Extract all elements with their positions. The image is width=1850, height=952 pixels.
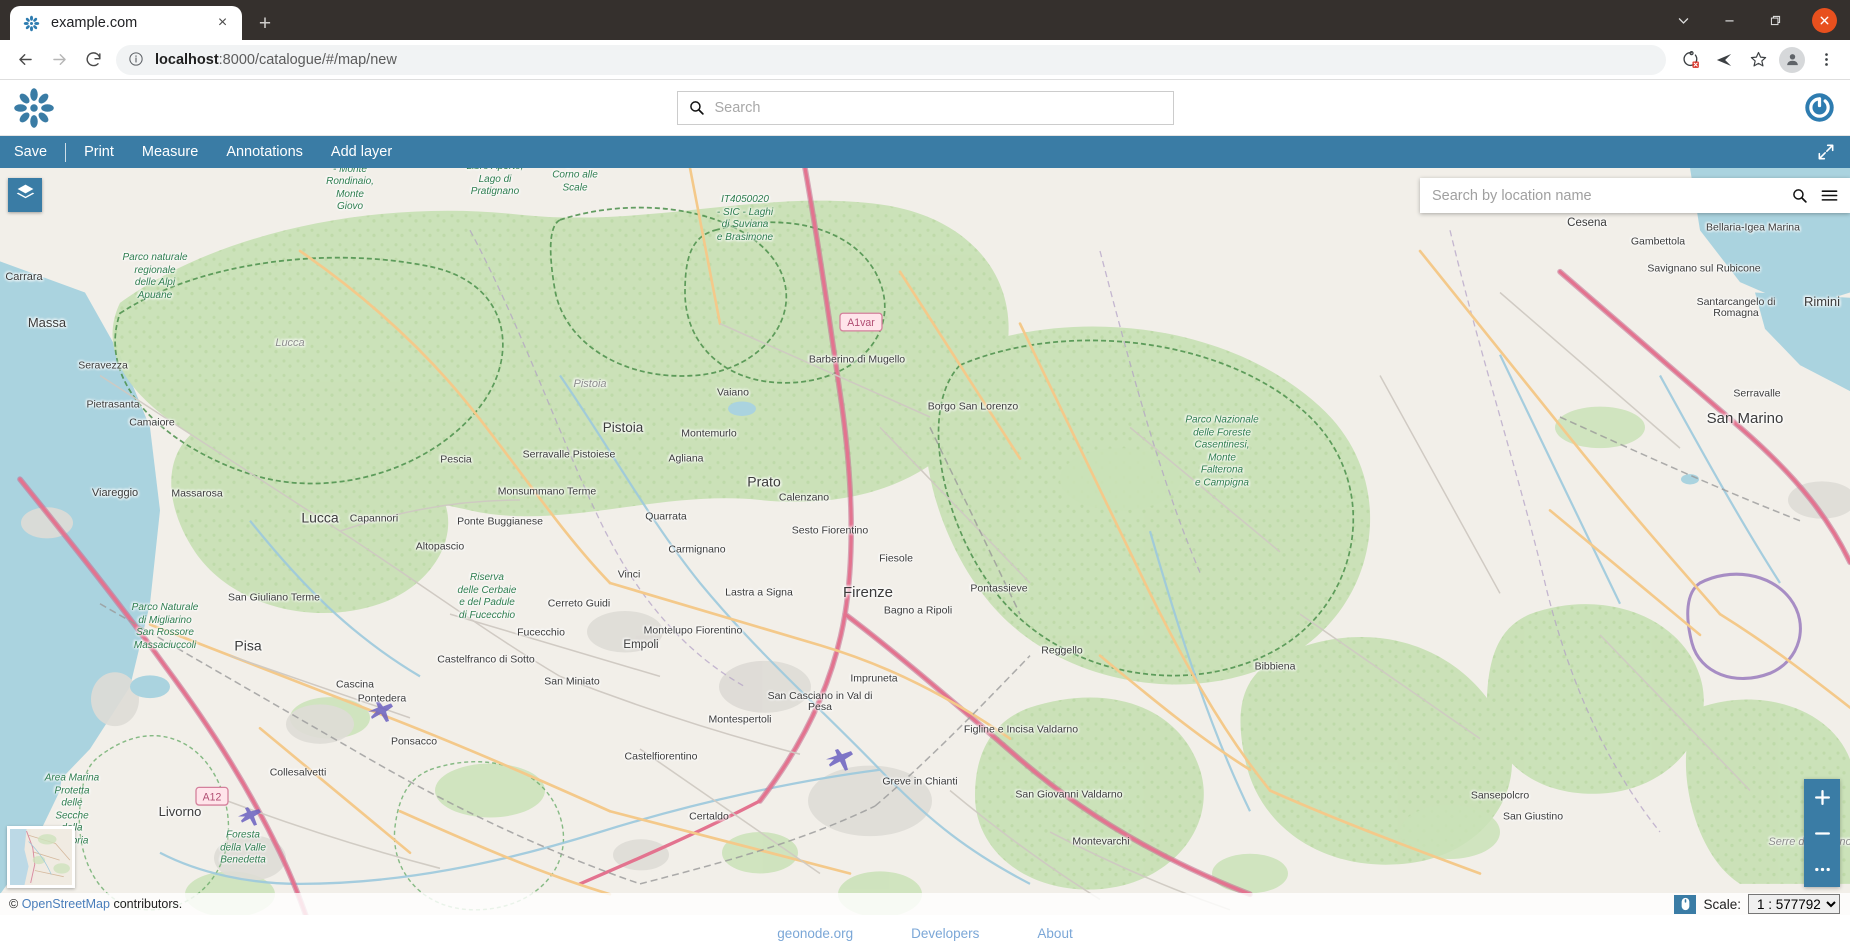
address-bar-url: localhost:8000/catalogue/#/map/new bbox=[155, 52, 397, 68]
svg-text:A1var: A1var bbox=[847, 317, 875, 329]
search-icon bbox=[689, 101, 704, 115]
svg-text:A12: A12 bbox=[203, 791, 222, 803]
location-search-box[interactable] bbox=[1420, 178, 1850, 213]
map-canvas[interactable]: A1var A12 bbox=[0, 168, 1850, 915]
browser-window: example.com × + localhost:8000/catalogue… bbox=[0, 0, 1850, 952]
search-icon[interactable] bbox=[1788, 185, 1810, 207]
layers-button[interactable] bbox=[8, 178, 42, 212]
browser-nav-bar: localhost:8000/catalogue/#/map/new bbox=[0, 40, 1850, 80]
expand-fullscreen-icon[interactable] bbox=[1816, 142, 1836, 162]
footer-link-geonode-org[interactable]: geonode.org bbox=[777, 926, 853, 941]
scale-label: Scale: bbox=[1703, 896, 1741, 912]
toolbar-item-add-layer[interactable]: Add layer bbox=[317, 136, 406, 168]
forward-arrow-icon[interactable] bbox=[42, 43, 76, 77]
url-host: localhost bbox=[155, 51, 219, 68]
cookie-blocked-icon[interactable] bbox=[1674, 44, 1706, 76]
zoom-in-button[interactable] bbox=[1804, 779, 1840, 815]
kebab-menu-icon[interactable] bbox=[1810, 44, 1842, 76]
zoom-controls bbox=[1804, 779, 1840, 887]
app-header bbox=[0, 80, 1850, 136]
back-arrow-icon[interactable] bbox=[8, 43, 42, 77]
search-input[interactable] bbox=[714, 99, 1163, 116]
toolbar-item-save[interactable]: Save bbox=[0, 136, 61, 168]
bookmark-star-icon[interactable] bbox=[1742, 44, 1774, 76]
browser-tab[interactable]: example.com × bbox=[10, 6, 242, 40]
minimize-icon[interactable] bbox=[1706, 0, 1752, 40]
maximize-icon[interactable] bbox=[1752, 0, 1798, 40]
map-viewport[interactable]: A1var A12 Massa Carrara Seravezza Pietrasan… bbox=[0, 168, 1850, 915]
map-toolbar: Save Print Measure Annotations Add layer bbox=[0, 136, 1850, 168]
map-attribution: © OpenStreetMap contributors. bbox=[0, 893, 1850, 915]
scale-select[interactable]: 1 : 5777921 : 2888961 : 1444481 : 722241… bbox=[1748, 894, 1840, 914]
footer-link-developers[interactable]: Developers bbox=[911, 926, 979, 941]
overview-minimap-canvas bbox=[10, 829, 72, 885]
browser-toolbar-icons bbox=[1674, 44, 1842, 76]
close-icon bbox=[1811, 7, 1837, 33]
user-account-icon[interactable] bbox=[1802, 91, 1836, 125]
footer-link-about[interactable]: About bbox=[1037, 926, 1072, 941]
attribution-copyright: © bbox=[9, 897, 19, 911]
attribution-suffix: contributors. bbox=[113, 897, 183, 911]
geonode-flower-icon bbox=[23, 15, 40, 32]
layers-icon bbox=[15, 182, 36, 208]
browser-tab-strip: example.com × + bbox=[0, 0, 1850, 40]
toolbar-item-annotations[interactable]: Annotations bbox=[212, 136, 317, 168]
share-icon[interactable] bbox=[1708, 44, 1740, 76]
new-tab-button[interactable]: + bbox=[249, 7, 281, 39]
window-close-button[interactable] bbox=[1798, 0, 1850, 40]
window-controls bbox=[1660, 0, 1850, 40]
app-footer: geonode.org Developers About bbox=[0, 915, 1850, 952]
tab-close-icon[interactable]: × bbox=[213, 14, 232, 33]
location-search-input[interactable] bbox=[1432, 187, 1788, 204]
toolbar-item-print[interactable]: Print bbox=[70, 136, 128, 168]
avatar bbox=[1779, 46, 1805, 73]
mouse-pointer-icon[interactable] bbox=[1674, 894, 1697, 914]
hamburger-menu-icon[interactable] bbox=[1818, 185, 1840, 207]
global-search-box[interactable] bbox=[676, 90, 1174, 125]
profile-avatar-icon[interactable] bbox=[1776, 44, 1808, 76]
reload-icon[interactable] bbox=[76, 43, 110, 77]
global-search-wrapper bbox=[0, 90, 1850, 125]
map-more-options-button[interactable] bbox=[1804, 851, 1840, 887]
zoom-out-button[interactable] bbox=[1804, 815, 1840, 851]
scale-control: Scale: 1 : 5777921 : 2888961 : 1444481 :… bbox=[1674, 893, 1840, 915]
toolbar-divider bbox=[65, 142, 67, 162]
address-bar[interactable]: localhost:8000/catalogue/#/map/new bbox=[116, 44, 1666, 75]
chevron-down-icon[interactable] bbox=[1660, 0, 1706, 40]
overview-minimap[interactable] bbox=[7, 826, 75, 888]
browser-tab-title: example.com bbox=[51, 15, 138, 31]
toolbar-item-measure[interactable]: Measure bbox=[128, 136, 212, 168]
openstreetmap-link[interactable]: OpenStreetMap bbox=[22, 897, 110, 911]
site-info-icon[interactable] bbox=[128, 51, 145, 68]
url-path: :8000/catalogue/#/map/new bbox=[218, 51, 397, 68]
